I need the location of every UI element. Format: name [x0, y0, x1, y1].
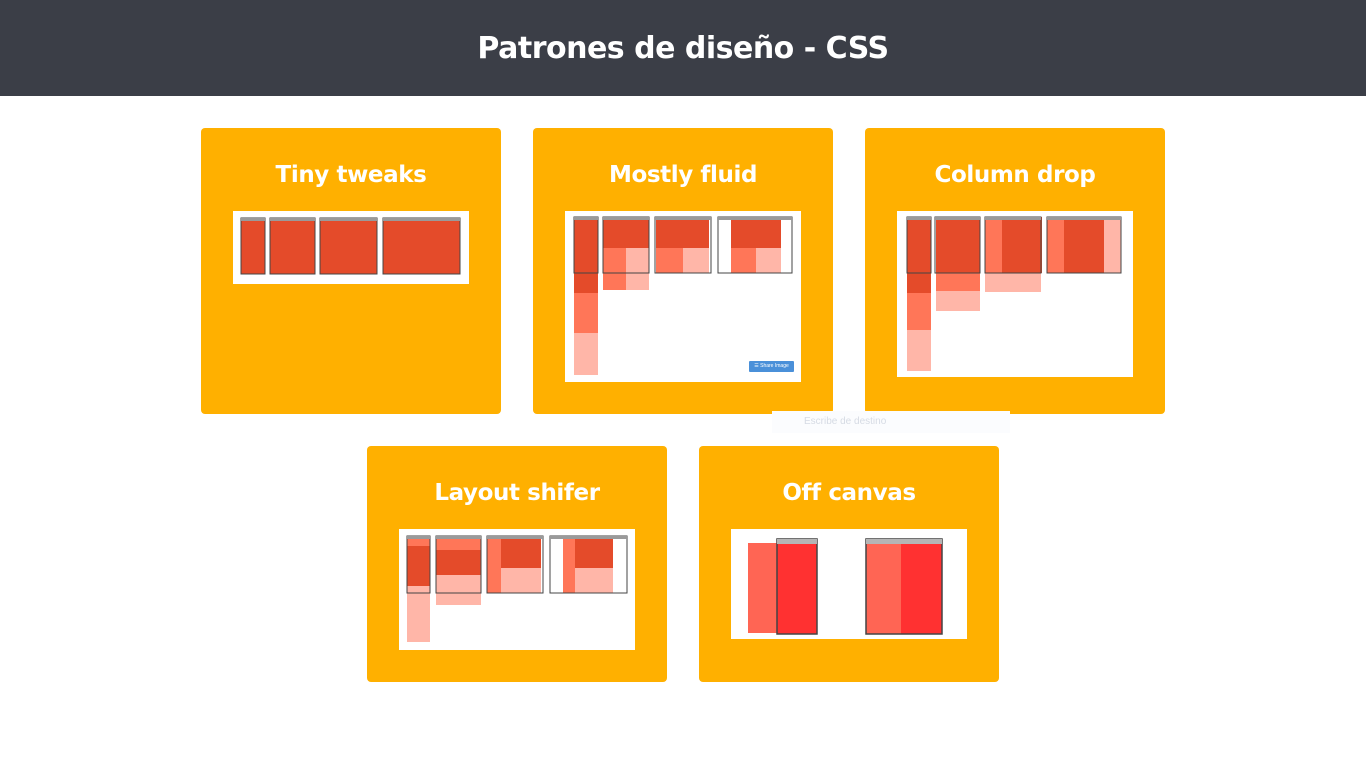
tiny-tweaks-preview-image: [233, 211, 469, 284]
card-layout-shifer[interactable]: Layout shifer: [367, 446, 667, 682]
share-image-button[interactable]: ☰ Share Image: [749, 361, 794, 372]
card-column-drop[interactable]: Column drop: [865, 128, 1165, 414]
page-title: Patrones de diseño - CSS: [477, 30, 889, 66]
mostly-fluid-preview-image: ☰ Share Image: [565, 211, 801, 382]
card-title: Layout shifer: [434, 480, 600, 506]
card-title: Off canvas: [782, 480, 916, 506]
layout-shifter-preview-image: [399, 529, 635, 650]
ghost-tooltip: Escribe de destino: [772, 411, 1010, 433]
column-drop-preview-image: [897, 211, 1133, 377]
card-title: Tiny tweaks: [275, 162, 427, 188]
page-header: Patrones de diseño - CSS: [0, 0, 1366, 96]
card-tiny-tweaks[interactable]: Tiny tweaks: [201, 128, 501, 414]
card-title: Mostly fluid: [608, 162, 758, 188]
off-canvas-preview-image: [731, 529, 967, 639]
card-title: Column drop: [934, 162, 1096, 188]
card-mostly-fluid[interactable]: Mostly fluid ☰ Share Image: [533, 128, 833, 414]
card-off-canvas[interactable]: Off canvas: [699, 446, 999, 682]
